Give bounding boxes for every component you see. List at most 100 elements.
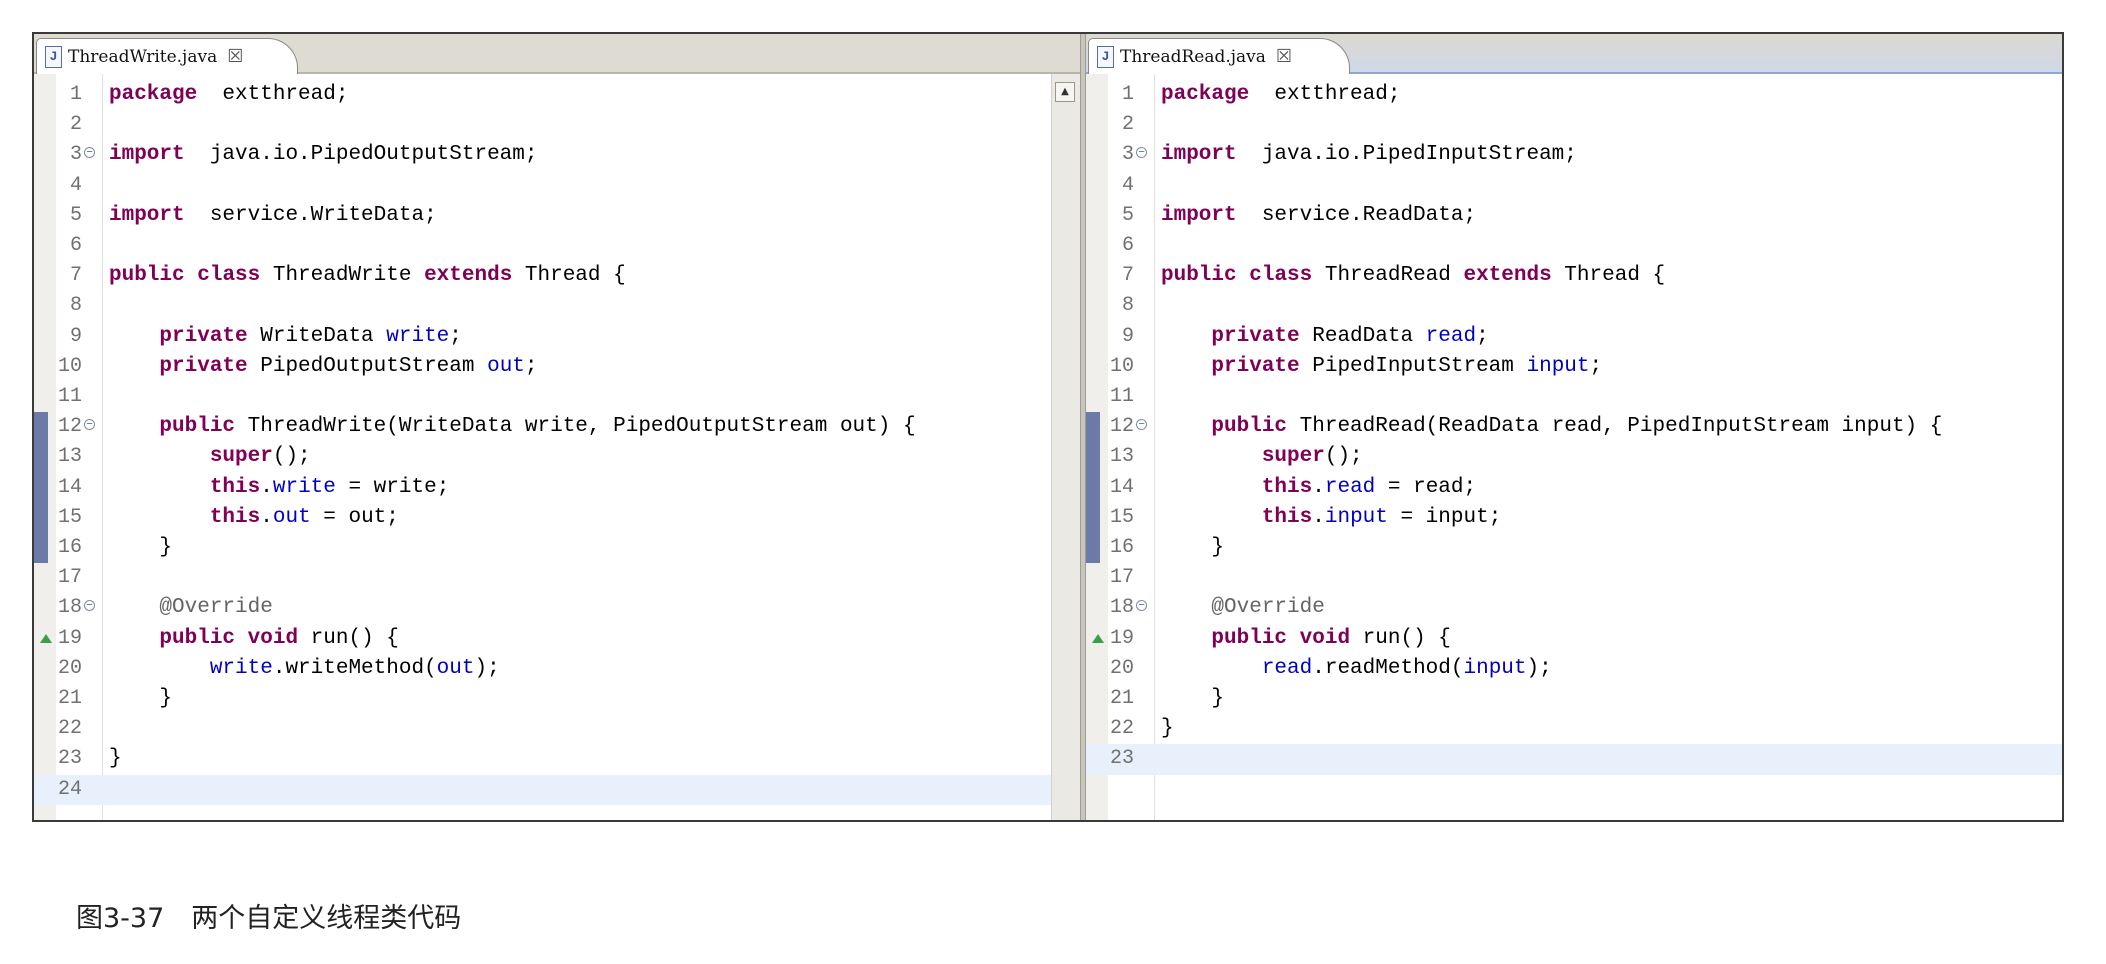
code-text: private WriteData write; (109, 322, 461, 352)
code-line[interactable]: 17 (34, 563, 1080, 593)
line-number: 21 (1109, 687, 1134, 710)
code-line[interactable]: 23} (34, 744, 1080, 774)
code-line[interactable]: 3− import java.io.PipedOutputStream; (34, 140, 1080, 170)
close-icon[interactable]: ☒ (1276, 46, 1292, 67)
code-token: PipedInputStream (1299, 354, 1527, 378)
line-number: 17 (1109, 566, 1134, 590)
code-line[interactable]: 10 private PipedInputStream input; (1086, 352, 2062, 382)
code-token: } (1161, 717, 1174, 741)
code-line[interactable]: 18− @Override (1086, 593, 2062, 623)
code-line[interactable]: 17 (1086, 563, 2062, 593)
code-line[interactable]: 7 public class ThreadWrite extends Thread… (34, 261, 1080, 291)
code-line[interactable]: 10 private PipedOutputStream out; (34, 352, 1080, 382)
code-token-keyword: private (159, 354, 248, 378)
code-token: ); (474, 656, 500, 680)
tab-threadread[interactable]: J ThreadRead.java ☒ (1088, 38, 1350, 74)
code-line[interactable]: 6 (34, 231, 1080, 261)
code-line[interactable]: 2 (34, 110, 1080, 140)
line-number: 1 (1121, 83, 1134, 106)
code-token: } (1161, 536, 1225, 559)
code-line[interactable]: 4 (1086, 171, 2062, 201)
code-line[interactable]: 16 } (34, 533, 1080, 563)
code-line[interactable]: 21 } (1086, 684, 2062, 714)
code-editor[interactable]: 1 package extthread; 2 3− import java.io.Pip… (34, 74, 1080, 820)
code-line[interactable]: 1 package extthread; (1086, 80, 2062, 110)
code-line[interactable]: 9 private ReadData read; (1086, 322, 2062, 352)
code-token-keyword: package (109, 83, 198, 106)
vertical-scrollbar[interactable]: ▲ (1051, 74, 1080, 820)
override-marker-icon[interactable] (1092, 633, 1104, 643)
code-text: package extthread; (109, 80, 348, 110)
code-token-keyword: import (109, 143, 185, 167)
collapse-fold-icon[interactable]: − (1136, 419, 1147, 431)
code-line[interactable]: 7 public class ThreadRead extends Thread … (1086, 261, 2062, 291)
line-number: 13 (1109, 445, 1134, 469)
code-line[interactable]: 5 import service.ReadData; (1086, 201, 2062, 231)
code-token-keyword: public (159, 415, 236, 439)
code-line[interactable]: 21 } (34, 684, 1080, 714)
code-line[interactable]: 5 import service.WriteData; (34, 201, 1080, 231)
code-token: .readMethod( (1312, 656, 1464, 680)
code-text: import java.io.PipedInputStream; (1161, 140, 1577, 170)
code-line[interactable]: 16 } (1086, 533, 2062, 563)
collapse-fold-icon[interactable]: − (1136, 600, 1147, 612)
code-token-keyword: private (1211, 324, 1300, 348)
scroll-up-icon[interactable]: ▲ (1055, 82, 1075, 102)
code-line[interactable]: 2 (1086, 110, 2062, 140)
code-line[interactable]: 13 super(); (34, 442, 1080, 472)
code-token: extthread; (197, 83, 349, 106)
code-token-keyword: public (109, 264, 185, 288)
code-line[interactable]: 20 write.writeMethod(out); (34, 654, 1080, 684)
code-token-annotation: @Override (1211, 596, 1325, 620)
tab-threadwrite[interactable]: J ThreadWrite.java ☒ (36, 38, 298, 74)
line-number: 6 (69, 234, 82, 257)
code-line[interactable]: 4 (34, 171, 1080, 201)
code-line[interactable]: 13 super(); (1086, 442, 2062, 472)
code-editor[interactable]: 1 package extthread; 2 3 − import java.io.Pip… (1086, 74, 2062, 820)
code-line[interactable]: 22 (34, 714, 1080, 744)
code-token-keyword: super (209, 445, 273, 469)
code-line[interactable]: 3− import java.io.PipedInputStream; (1086, 140, 2062, 170)
code-line[interactable]: 22} (1086, 714, 2062, 744)
code-line[interactable]: 8 (1086, 291, 2062, 321)
code-line[interactable]: 12− public ThreadRead(ReadData read, Pip… (1086, 412, 2062, 442)
code-text: } (109, 744, 122, 774)
code-line[interactable]: 8 (34, 291, 1080, 321)
override-marker-icon[interactable] (40, 633, 52, 643)
code-line[interactable]: 11 (34, 382, 1080, 412)
code-line[interactable]: 20 read.readMethod(input); (1086, 654, 2062, 684)
line-number: 7 (69, 264, 82, 288)
code-token-field: write (386, 324, 450, 348)
close-icon[interactable]: ☒ (227, 46, 243, 67)
collapse-fold-icon[interactable]: − (1136, 147, 1147, 159)
code-line[interactable]: 1 package extthread; (34, 80, 1080, 110)
code-text: this.out = out; (109, 503, 399, 533)
collapse-fold-icon[interactable]: − (84, 147, 95, 159)
code-line[interactable]: 9 private WriteData write; (34, 322, 1080, 352)
code-text: private PipedInputStream input; (1161, 352, 1602, 382)
code-token-field: input (1324, 505, 1388, 529)
code-token-keyword: public (1211, 415, 1288, 439)
collapse-fold-icon[interactable]: − (84, 419, 95, 431)
code-line[interactable]: 15 this.out = out; (34, 503, 1080, 533)
code-line[interactable]: 12− public ThreadWrite(WriteData write, … (34, 412, 1080, 442)
collapse-fold-icon[interactable]: − (84, 600, 95, 612)
code-token: } (109, 687, 173, 710)
code-line[interactable]: 18− @Override (34, 593, 1080, 623)
code-line[interactable]: 14 this.write = write; (34, 473, 1080, 503)
code-line[interactable]: 15 this.input = input; (1086, 503, 2062, 533)
current-line[interactable]: 24 (34, 774, 1080, 805)
code-line[interactable]: 14 this.read = read; (1086, 473, 2062, 503)
code-line[interactable]: 6 (1086, 231, 2062, 261)
code-line[interactable]: 19 public void run() { (1086, 624, 2062, 654)
code-token-annotation: @Override (159, 596, 273, 620)
current-line[interactable]: 23 (1086, 744, 2062, 775)
code-line[interactable]: 19 public void run() { (34, 624, 1080, 654)
code-line[interactable]: 11 (1086, 382, 2062, 412)
